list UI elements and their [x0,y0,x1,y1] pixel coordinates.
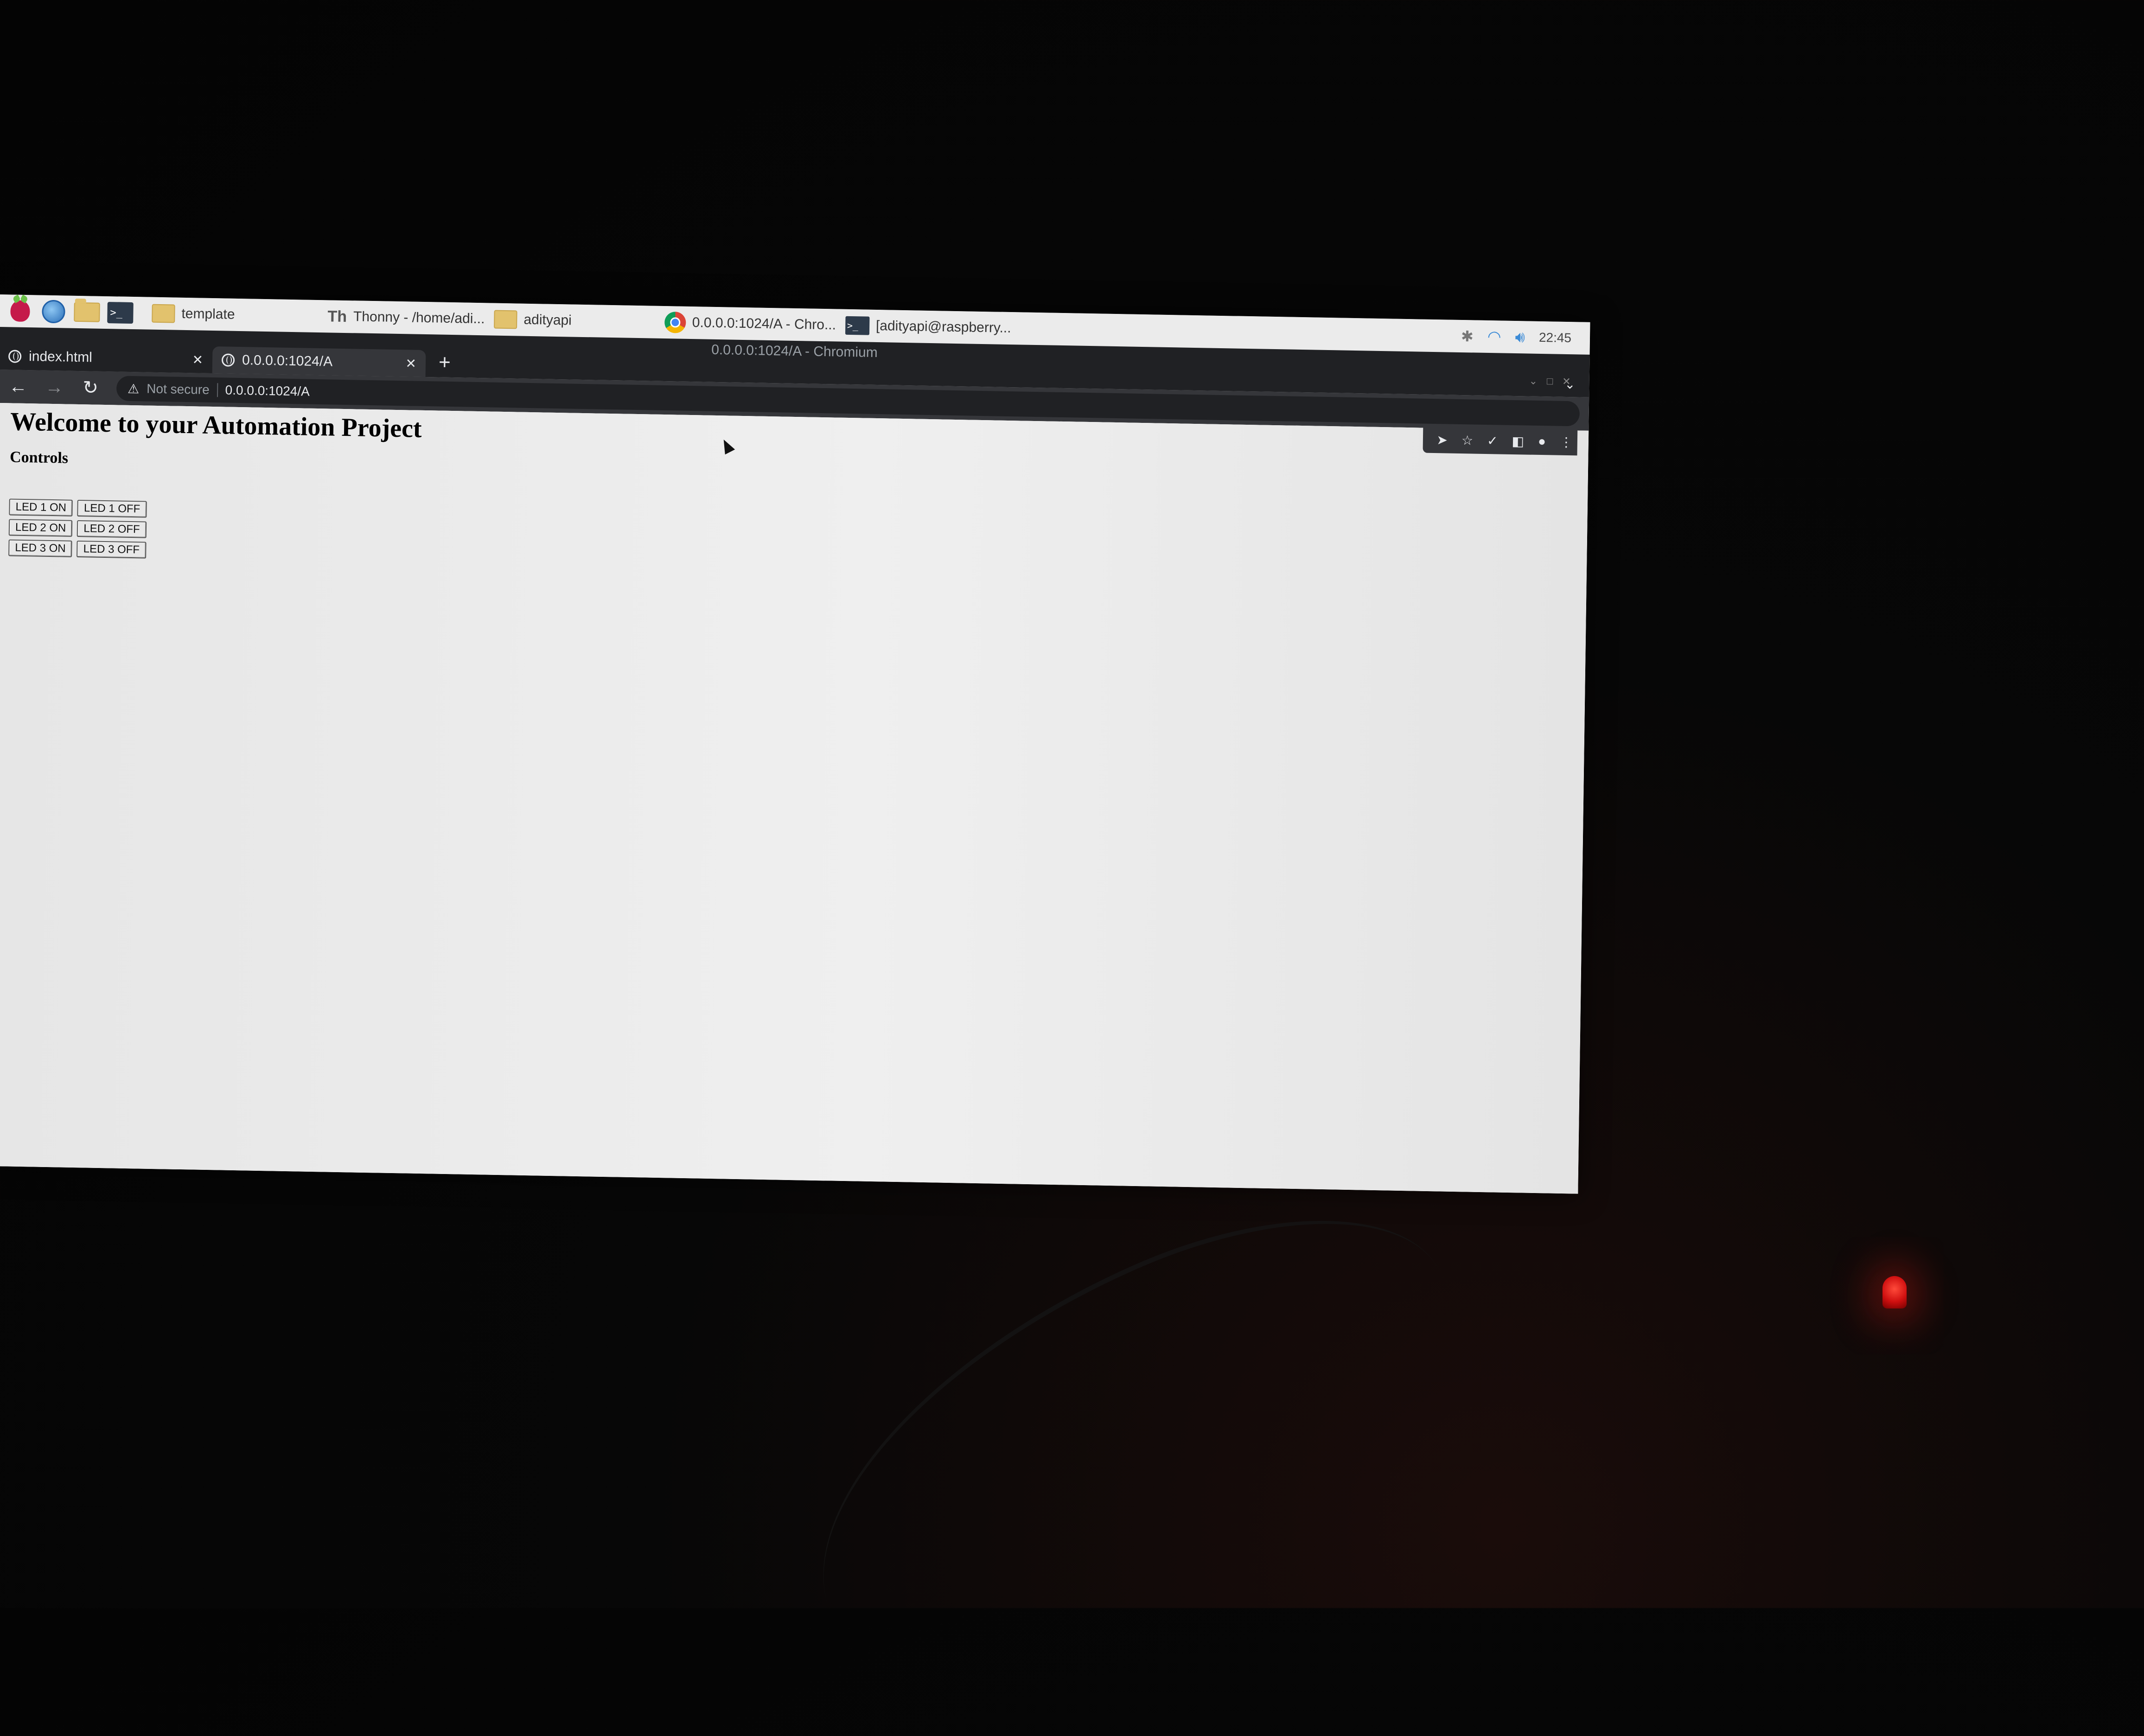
profile-icon[interactable]: ● [1538,434,1546,449]
taskbar-item-label: 0.0.0.0:1024/A - Chro... [692,315,836,333]
taskbar-item-thonny[interactable]: Th Thonny - /home/adi... [327,307,485,328]
url-text[interactable]: 0.0.0.0:1024/A [225,383,310,399]
monitor-screen: >_ template Th Thonny - /home/adi... adi… [0,294,1590,1194]
clock[interactable]: 22:45 [1539,330,1572,345]
tab-index-html[interactable]: index.html ✕ [0,342,213,374]
close-tab-icon[interactable]: ✕ [192,352,203,367]
forward-icon[interactable]: → [44,377,65,398]
warning-icon[interactable]: ⚠ [128,381,140,396]
taskbar-item-terminal[interactable]: >_ [adityapi@raspberry... [845,316,1011,338]
raspberry-menu-icon[interactable] [7,298,33,324]
taskbar-item-label: Thonny - /home/adi... [353,309,485,327]
send-icon[interactable]: ➤ [1436,432,1448,448]
led-3-on-button[interactable]: LED 3 ON [8,539,72,557]
thonny-icon: Th [327,307,347,326]
led-1-off-button[interactable]: LED 1 OFF [77,499,147,518]
system-tray: ✱ ◠ 🔊︎ 22:45 [1461,327,1590,348]
tab-title: 0.0.0.0:1024/A [242,352,333,370]
led-2-off-button[interactable]: LED 2 OFF [77,520,147,538]
extension-icon[interactable]: ✓ [1487,433,1498,449]
tab-search-icon[interactable]: ⌄ [1564,377,1576,392]
web-browser-launcher-icon[interactable] [40,299,67,325]
terminal-launcher-icon[interactable]: >_ [107,300,134,326]
viewport: ➤ ☆ ✓ ◧ ● ⋮ Welcome to your Automation P… [0,402,1589,1194]
wifi-icon[interactable]: ◠ [1487,327,1501,346]
physical-red-led [1882,1276,1907,1308]
tab-title: index.html [28,349,93,365]
new-tab-button[interactable]: + [426,350,460,377]
taskbar-item-template[interactable]: template [152,304,235,324]
folder-icon [494,310,517,329]
globe-icon [8,350,22,363]
bookmark-star-icon[interactable]: ☆ [1461,433,1474,448]
taskbar-item-label: adityapi [523,312,572,328]
back-icon[interactable]: ← [8,376,29,397]
taskbar-item-label: [adityapi@raspberry... [875,318,1011,336]
minimize-icon[interactable]: ⌄ [1529,375,1547,387]
security-label[interactable]: Not secure [147,382,210,397]
chromium-icon [664,312,686,333]
led-2-on-button[interactable]: LED 2 ON [8,519,73,537]
reload-icon[interactable]: ↻ [80,377,101,399]
globe-icon [221,353,235,367]
led-3-off-button[interactable]: LED 3 OFF [77,540,147,559]
cable [751,1152,1521,1736]
terminal-icon: >_ [845,316,870,335]
taskbar-item-adityapi[interactable]: adityapi [494,310,572,330]
side-panel-icon[interactable]: ◧ [1512,434,1524,449]
bluetooth-icon[interactable]: ✱ [1461,327,1474,345]
tab-active-page[interactable]: 0.0.0.0:1024/A ✕ [212,346,426,377]
chromium-window: 0.0.0.0:1024/A - Chromium ⌄□✕ index.html… [0,326,1590,1194]
close-tab-icon[interactable]: ✕ [405,356,416,371]
taskbar-item-label: template [181,306,235,322]
folder-icon [152,304,175,323]
menu-kebab-icon[interactable]: ⋮ [1560,434,1573,450]
volume-icon[interactable]: 🔊︎ [1515,328,1525,346]
toolbar-actions: ➤ ☆ ✓ ◧ ● ⋮ [1423,427,1578,456]
file-manager-launcher-icon[interactable] [74,299,100,326]
web-page: ➤ ☆ ✓ ◧ ● ⋮ Welcome to your Automation P… [0,402,1589,1194]
maximize-icon[interactable]: □ [1547,375,1563,387]
led-1-on-button[interactable]: LED 1 ON [9,498,73,517]
taskbar-item-chromium[interactable]: 0.0.0.0:1024/A - Chro... [664,312,836,336]
